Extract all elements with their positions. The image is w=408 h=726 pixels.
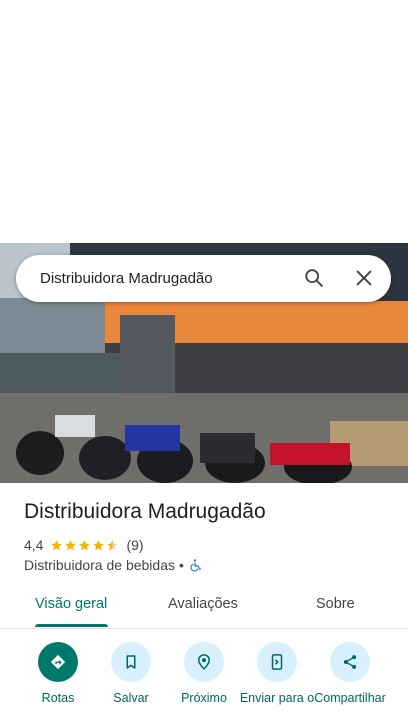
send-to-phone-icon	[271, 654, 283, 670]
search-icon[interactable]	[303, 267, 325, 289]
rating-value: 4,4	[24, 537, 44, 553]
search-input[interactable]: Distribuidora Madrugadão	[40, 270, 391, 287]
save-label: Salvar	[113, 691, 149, 705]
category-label: Distribuidora de bebidas	[24, 557, 175, 573]
bookmark-icon	[126, 655, 136, 669]
close-icon[interactable]	[353, 267, 375, 289]
directions-button[interactable]: Rotas	[20, 642, 96, 706]
send-to-phone-button[interactable]: Enviar para o	[239, 642, 315, 706]
star-icon	[65, 539, 77, 550]
directions-icon	[50, 654, 66, 670]
place-title: Distribuidora Madrugadão	[24, 500, 266, 523]
tab-active-indicator	[35, 624, 108, 627]
star-icon	[93, 539, 105, 550]
send-to-phone-label: Enviar para o	[239, 691, 315, 705]
tab-bar: Visão geral Avaliações Sobre	[0, 588, 408, 629]
tab-reviews[interactable]: Avaliações	[168, 596, 238, 612]
directions-label: Rotas	[41, 691, 75, 705]
rating-row[interactable]: 4,4 (9)	[24, 536, 144, 554]
nearby-label: Próximo	[181, 691, 227, 705]
separator: •	[178, 557, 184, 573]
review-count[interactable]: (9)	[126, 537, 143, 553]
star-icon	[79, 539, 91, 550]
nearby-icon	[197, 654, 211, 670]
nearby-button[interactable]: Próximo	[166, 642, 242, 706]
star-icon	[51, 539, 63, 550]
save-button[interactable]: Salvar	[93, 642, 169, 706]
search-bar[interactable]: Distribuidora Madrugadão	[16, 255, 391, 302]
tab-about[interactable]: Sobre	[316, 596, 355, 612]
share-button[interactable]: Compartilhar	[312, 642, 388, 706]
category-row: Distribuidora de bebidas •	[24, 556, 202, 574]
rating-stars	[50, 539, 120, 552]
map-area	[0, 0, 408, 243]
wheelchair-icon	[190, 559, 202, 572]
share-label: Compartilhar	[314, 691, 386, 705]
tab-overview[interactable]: Visão geral	[35, 596, 107, 612]
half-star-icon	[107, 539, 119, 550]
share-icon	[343, 655, 357, 669]
